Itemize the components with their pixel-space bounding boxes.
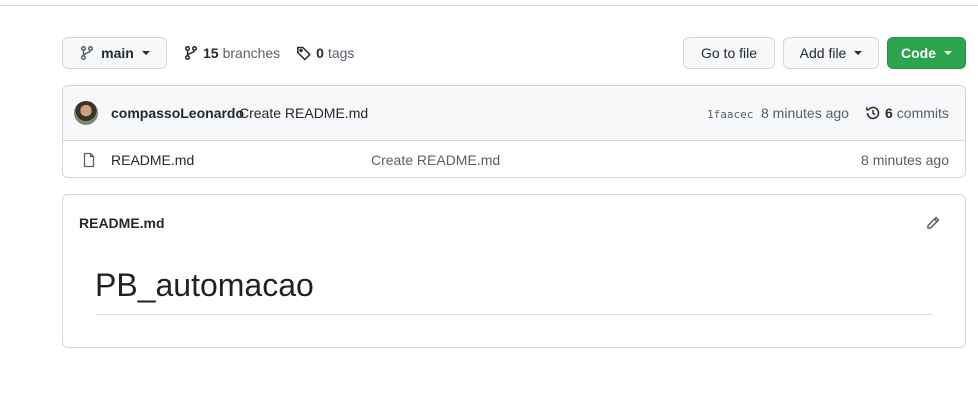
history-icon bbox=[866, 106, 880, 120]
branches-link[interactable]: 15 branches bbox=[183, 45, 280, 61]
chevron-down-icon bbox=[854, 51, 863, 55]
commits-link[interactable]: 6 commits bbox=[865, 105, 949, 121]
branch-name: main bbox=[101, 45, 134, 61]
commit-message[interactable]: Create README.md bbox=[239, 105, 368, 121]
commits-label: commits bbox=[896, 105, 949, 121]
readme-filename[interactable]: README.md bbox=[79, 215, 165, 231]
branches-count: 15 bbox=[203, 45, 219, 61]
tags-count: 0 bbox=[316, 45, 324, 61]
add-file-label: Add file bbox=[799, 45, 847, 61]
latest-commit-bar: compassoLeonardo Create README.md 1faace… bbox=[63, 86, 965, 141]
file-name[interactable]: README.md bbox=[111, 152, 194, 168]
commit-author[interactable]: compassoLeonardo bbox=[111, 105, 244, 121]
chevron-down-icon bbox=[141, 51, 150, 55]
header-divider bbox=[0, 0, 978, 6]
add-file-button[interactable]: Add file bbox=[783, 37, 879, 69]
repo-meta: 15 branches 0 tags bbox=[183, 44, 370, 62]
branches-label: branches bbox=[222, 45, 281, 61]
pencil-icon[interactable] bbox=[925, 215, 941, 231]
commit-sha[interactable]: 1faacec bbox=[707, 108, 753, 121]
avatar[interactable] bbox=[74, 101, 98, 125]
readme-heading: PB_automacao bbox=[95, 267, 933, 315]
git-branch-icon bbox=[184, 45, 198, 61]
file-commit-time: 8 minutes ago bbox=[861, 152, 949, 168]
commit-time: 8 minutes ago bbox=[761, 105, 849, 121]
tags-link[interactable]: 0 tags bbox=[296, 45, 354, 61]
file-list: compassoLeonardo Create README.md 1faace… bbox=[62, 85, 966, 178]
code-label: Code bbox=[901, 45, 936, 61]
go-to-file-button[interactable]: Go to file bbox=[683, 37, 775, 69]
tag-icon bbox=[297, 46, 312, 61]
git-branch-icon bbox=[81, 45, 94, 61]
file-icon bbox=[83, 152, 95, 168]
file-row: README.md Create README.md 8 minutes ago bbox=[63, 141, 965, 177]
code-button[interactable]: Code bbox=[887, 37, 966, 69]
go-to-file-label: Go to file bbox=[700, 45, 758, 61]
chevron-down-icon bbox=[944, 51, 952, 55]
readme-panel: README.md PB_automacao bbox=[62, 194, 966, 348]
branch-select-button[interactable]: main bbox=[62, 37, 167, 69]
tags-label: tags bbox=[327, 45, 355, 61]
commits-count: 6 bbox=[885, 105, 893, 121]
file-commit-message[interactable]: Create README.md bbox=[371, 152, 500, 168]
